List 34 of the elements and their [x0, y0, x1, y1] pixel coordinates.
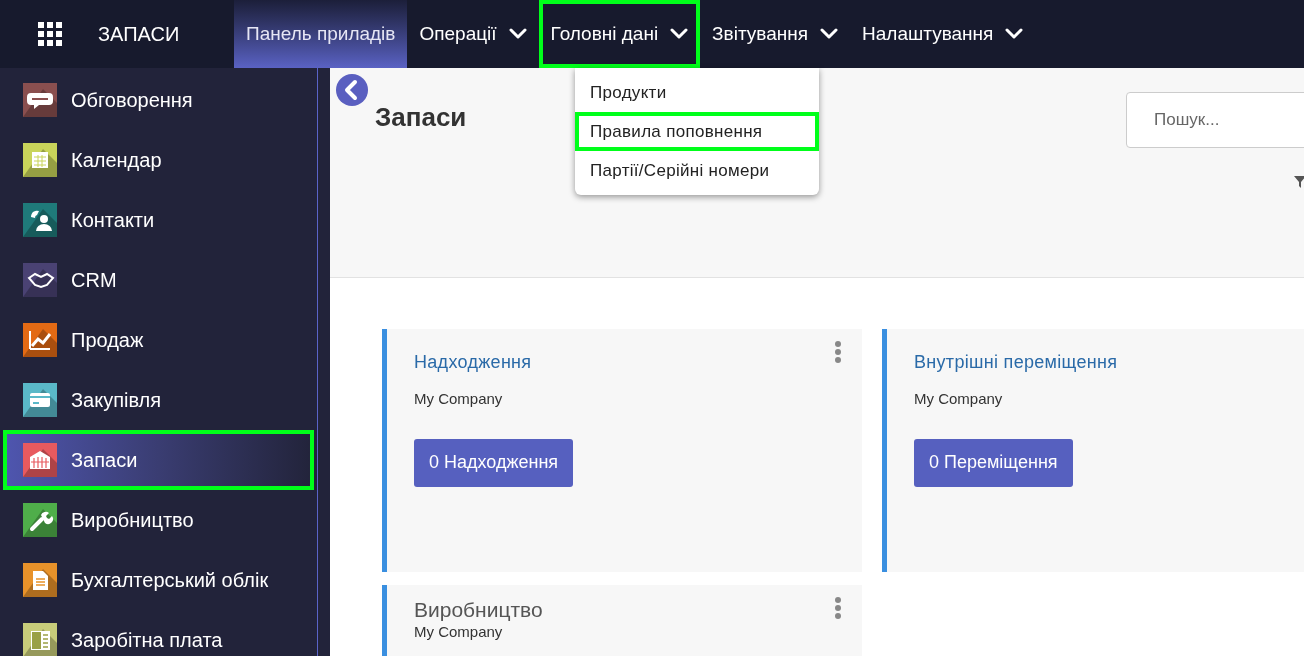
menu-tab[interactable]: Налаштування	[850, 0, 1036, 68]
dropdown-item[interactable]: Партії/Серійні номери	[575, 151, 819, 190]
sidebar-item[interactable]: Обговорення	[0, 70, 317, 130]
card-title[interactable]: Надходження	[414, 349, 532, 376]
count-button[interactable]: 0 Надходження	[414, 438, 574, 487]
sidebar-item[interactable]: Бухгалтерський облік	[0, 550, 317, 610]
menu-tab[interactable]: Головні дані	[538, 0, 701, 68]
more-options-icon[interactable]	[834, 340, 842, 364]
menu-tab[interactable]: Звітування	[700, 0, 851, 68]
menu-tab[interactable]: Панель приладів	[234, 0, 408, 68]
menu-tab[interactable]: Операції	[407, 0, 539, 68]
more-options-icon[interactable]	[834, 596, 842, 620]
sidebar-item[interactable]: Заробітна плата	[0, 610, 317, 656]
filter-icon[interactable]	[1294, 176, 1304, 188]
dropdown-item[interactable]: Правила поповнення	[575, 112, 819, 151]
company-name: My Company	[414, 389, 503, 409]
card-title: Виробництво	[414, 597, 543, 623]
sidebar-item[interactable]: Запаси	[3, 430, 314, 490]
sidebar-item[interactable]: Продаж	[0, 310, 317, 370]
count-button[interactable]: 0 Переміщення	[914, 438, 1073, 487]
company-name: My Company	[914, 389, 1003, 409]
page-title: Запаси	[375, 101, 467, 134]
apps-menu-icon[interactable]	[38, 22, 62, 46]
app-title: ЗАПАСИ	[98, 22, 181, 47]
sidebar-item[interactable]: Контакти	[0, 190, 317, 250]
search-field[interactable]: Пошук...	[1126, 92, 1304, 148]
card-title[interactable]: Внутрішні переміщення	[914, 349, 1118, 376]
sidebar-item[interactable]: Календар	[0, 130, 317, 190]
sidebar-item[interactable]: Закупівля	[0, 370, 317, 430]
company-name: My Company	[414, 623, 503, 641]
back-icon[interactable]	[336, 74, 368, 106]
sidebar-item[interactable]: Виробництво	[0, 490, 317, 550]
dropdown-item[interactable]: Продукти	[575, 73, 819, 112]
sidebar-item[interactable]: CRM	[0, 250, 317, 310]
